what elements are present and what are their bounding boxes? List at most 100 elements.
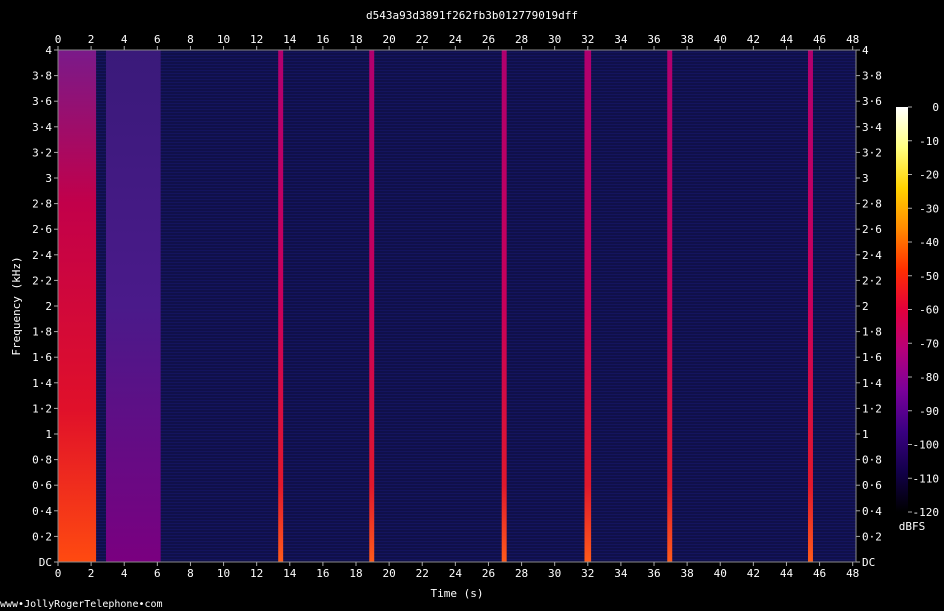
x-top-tick-label: 30	[548, 33, 561, 46]
y-left-tick-label: 3	[45, 172, 52, 185]
x-bottom-tick-label: 20	[382, 567, 395, 580]
y-axis-left: DC 0·2 0·4 0·6 0·8 1 1·2 1·4 1·6 1·8 2 2·2 2·4 2·6 2·8…	[32, 44, 58, 569]
x-bottom-tick-label: 44	[780, 567, 794, 580]
event-2	[278, 50, 284, 562]
y-left-tick-label: 0·2	[32, 530, 52, 543]
colorbar-gradient	[896, 107, 908, 512]
x-bottom-tick-label: 12	[250, 567, 263, 580]
y-right-tick-label: 0·2	[862, 530, 882, 543]
y-right-tick-label: 3·6	[862, 95, 882, 108]
colorbar-tick-label: -60	[919, 304, 939, 317]
colorbar-tick-label: -100	[913, 439, 940, 452]
y-right-tick-label: 1·8	[862, 326, 882, 339]
colorbar-tick-label: -30	[919, 202, 939, 215]
colorbar-tick-label: -110	[913, 472, 940, 485]
colorbar-tick-label: -10	[919, 135, 939, 148]
x-top-tick-label: 22	[416, 33, 429, 46]
x-bottom-tick-label: 30	[548, 567, 561, 580]
x-axis-label: Time (s)	[431, 587, 484, 600]
colorbar-tick-label: -120	[913, 506, 940, 519]
y-left-tick-label: 3·8	[32, 70, 52, 83]
x-top-tick-label: 46	[813, 33, 826, 46]
x-top-tick-label: 20	[382, 33, 395, 46]
chart-title: d543a93d3891f262fb3b012779019dff	[366, 9, 578, 22]
x-bottom-tick-label: 14	[283, 567, 297, 580]
x-bottom-tick-label: 46	[813, 567, 826, 580]
y-left-tick-label: 2·8	[32, 198, 52, 211]
y-right-tick-label: 3·4	[862, 121, 882, 134]
x-bottom-tick-label: 38	[681, 567, 694, 580]
x-top-tick-label: 12	[250, 33, 263, 46]
y-right-tick-label: 1·4	[862, 377, 882, 390]
x-top-tick-label: 28	[515, 33, 528, 46]
spectrogram-figure: d543a93d3891f262fb3b012779019dff 0 2 4 6 8 10…	[0, 9, 939, 610]
x-bottom-tick-label: 8	[187, 567, 194, 580]
y-right-tick-label: 2·8	[862, 198, 882, 211]
x-bottom-tick-label: 16	[316, 567, 329, 580]
y-axis-label: Frequency (kHz)	[10, 256, 23, 355]
x-top-tick-label: 6	[154, 33, 161, 46]
x-top-tick-label: 40	[714, 33, 727, 46]
x-bottom-tick-label: 0	[55, 567, 62, 580]
x-top-tick-label: 42	[747, 33, 760, 46]
colorbar: 0 -10 -20 -30 -40 -50 -60 -70 -80 -90 -100 -110 -120…	[896, 101, 939, 533]
y-left-tick-label: 2·6	[32, 223, 52, 236]
x-bottom-tick-label: 34	[614, 567, 628, 580]
y-left-tick-label: 2	[45, 300, 52, 313]
event-6	[667, 50, 673, 562]
x-top-tick-label: 44	[780, 33, 794, 46]
event-4	[501, 50, 507, 562]
x-top-tick-label: 2	[88, 33, 95, 46]
x-top-tick-label: 10	[217, 33, 230, 46]
footer-site-text: www•JollyRogerTelephone•com	[0, 599, 163, 610]
x-top-tick-label: 48	[846, 33, 859, 46]
y-right-tick-label: 2·4	[862, 249, 882, 262]
x-bottom-tick-label: 48	[846, 567, 859, 580]
y-right-tick-label: 0·4	[862, 505, 882, 518]
y-left-tick-label: 3·2	[32, 146, 52, 159]
colorbar-label: dBFS	[899, 520, 926, 533]
x-bottom-tick-label: 10	[217, 567, 230, 580]
y-left-tick-label: 0·4	[32, 505, 52, 518]
y-left-tick-label: DC	[39, 556, 52, 569]
x-top-tick-label: 38	[681, 33, 694, 46]
colorbar-tick-label: -20	[919, 169, 939, 182]
y-left-tick-label: 1·6	[32, 351, 52, 364]
y-right-tick-label: DC	[862, 556, 875, 569]
colorbar-tick-label: -50	[919, 270, 939, 283]
y-left-tick-label: 1·2	[32, 402, 52, 415]
colorbar-tick-label: -40	[919, 236, 939, 249]
y-right-tick-label: 0·6	[862, 479, 882, 492]
y-left-tick-label: 1·4	[32, 377, 52, 390]
y-right-tick-label: 2·6	[862, 223, 882, 236]
colorbar-tick-label: 0	[932, 101, 939, 114]
plot-area	[57, 49, 857, 563]
event-1	[106, 50, 161, 562]
y-left-tick-label: 4	[45, 44, 52, 57]
x-top-tick-label: 16	[316, 33, 329, 46]
x-bottom-tick-label: 36	[647, 567, 660, 580]
x-top-tick-label: 36	[647, 33, 660, 46]
y-left-tick-label: 0·8	[32, 454, 52, 467]
x-top-tick-label: 14	[283, 33, 297, 46]
colorbar-tick-label: -90	[919, 405, 939, 418]
x-top-tick-label: 32	[581, 33, 594, 46]
x-bottom-tick-label: 32	[581, 567, 594, 580]
y-left-tick-label: 3·4	[32, 121, 52, 134]
x-top-tick-label: 24	[449, 33, 463, 46]
colorbar-tick-label: -80	[919, 371, 939, 384]
y-axis-right: DC 0·2 0·4 0·6 0·8 1 1·2 1·4 1·6 1·8 2 2·2 2·4 2·6 2·8…	[856, 44, 882, 569]
x-bottom-tick-label: 26	[482, 567, 495, 580]
x-top-tick-label: 0	[55, 33, 62, 46]
plot-background	[58, 50, 856, 562]
x-bottom-tick-label: 22	[416, 567, 429, 580]
y-right-tick-label: 1·6	[862, 351, 882, 364]
y-right-tick-label: 1·2	[862, 402, 882, 415]
x-top-tick-label: 34	[614, 33, 628, 46]
y-left-tick-label: 1·8	[32, 326, 52, 339]
x-top-tick-label: 26	[482, 33, 495, 46]
x-top-tick-label: 18	[349, 33, 362, 46]
event-3	[369, 50, 375, 562]
y-right-tick-label: 4	[862, 44, 869, 57]
y-right-tick-label: 2	[862, 300, 869, 313]
